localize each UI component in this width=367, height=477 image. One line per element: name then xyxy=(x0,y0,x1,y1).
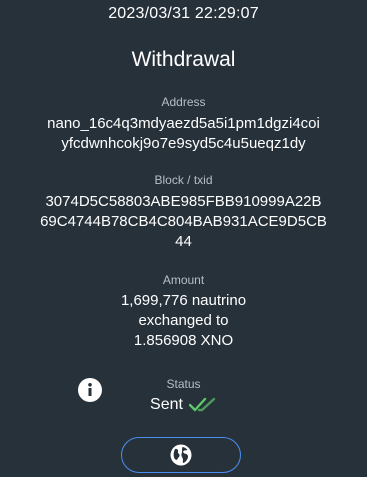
amount-line-2: exchanged to xyxy=(138,312,229,329)
globe-icon xyxy=(170,444,192,466)
open-explorer-button[interactable] xyxy=(121,437,241,473)
address-line-1: nano_16c4q3mdyaezd5a5i1pm1dgzi4coi xyxy=(47,115,320,132)
amount-value: 1,699,776 nautrino exchanged to 1.856908… xyxy=(0,291,367,351)
amount-line-3: 1.856908 XNO xyxy=(133,332,234,349)
block-label: Block / txid xyxy=(154,173,213,187)
address-line-2: yfcdwnhcokj9o7e9syd5c4u5ueqz1dy xyxy=(61,135,306,152)
block-line-3: 44 xyxy=(175,233,192,250)
timestamp: 2023/03/31 22:29:07 xyxy=(108,5,259,22)
amount-line-1: 1,699,776 nautrino xyxy=(120,292,247,309)
double-check-icon xyxy=(188,397,217,413)
status-row: Sent xyxy=(0,396,367,414)
withdrawal-screen: 2023/03/31 22:29:07 Withdrawal Address n… xyxy=(0,0,367,477)
amount-label: Amount xyxy=(162,273,205,287)
block-line-2: 69C4744B78CB4C804BAB931ACE9D5CB xyxy=(40,213,327,230)
address-label: Address xyxy=(161,95,206,109)
status-value: Sent xyxy=(150,396,183,413)
block-value[interactable]: 3074D5C58803ABE985FBB910999A22B 69C4744B… xyxy=(0,192,367,252)
address-value[interactable]: nano_16c4q3mdyaezd5a5i1pm1dgzi4coi yfcdw… xyxy=(0,114,367,154)
page-title: Withdrawal xyxy=(131,48,236,71)
status-label: Status xyxy=(166,377,201,391)
block-line-1: 3074D5C58803ABE985FBB910999A22B xyxy=(45,193,322,210)
